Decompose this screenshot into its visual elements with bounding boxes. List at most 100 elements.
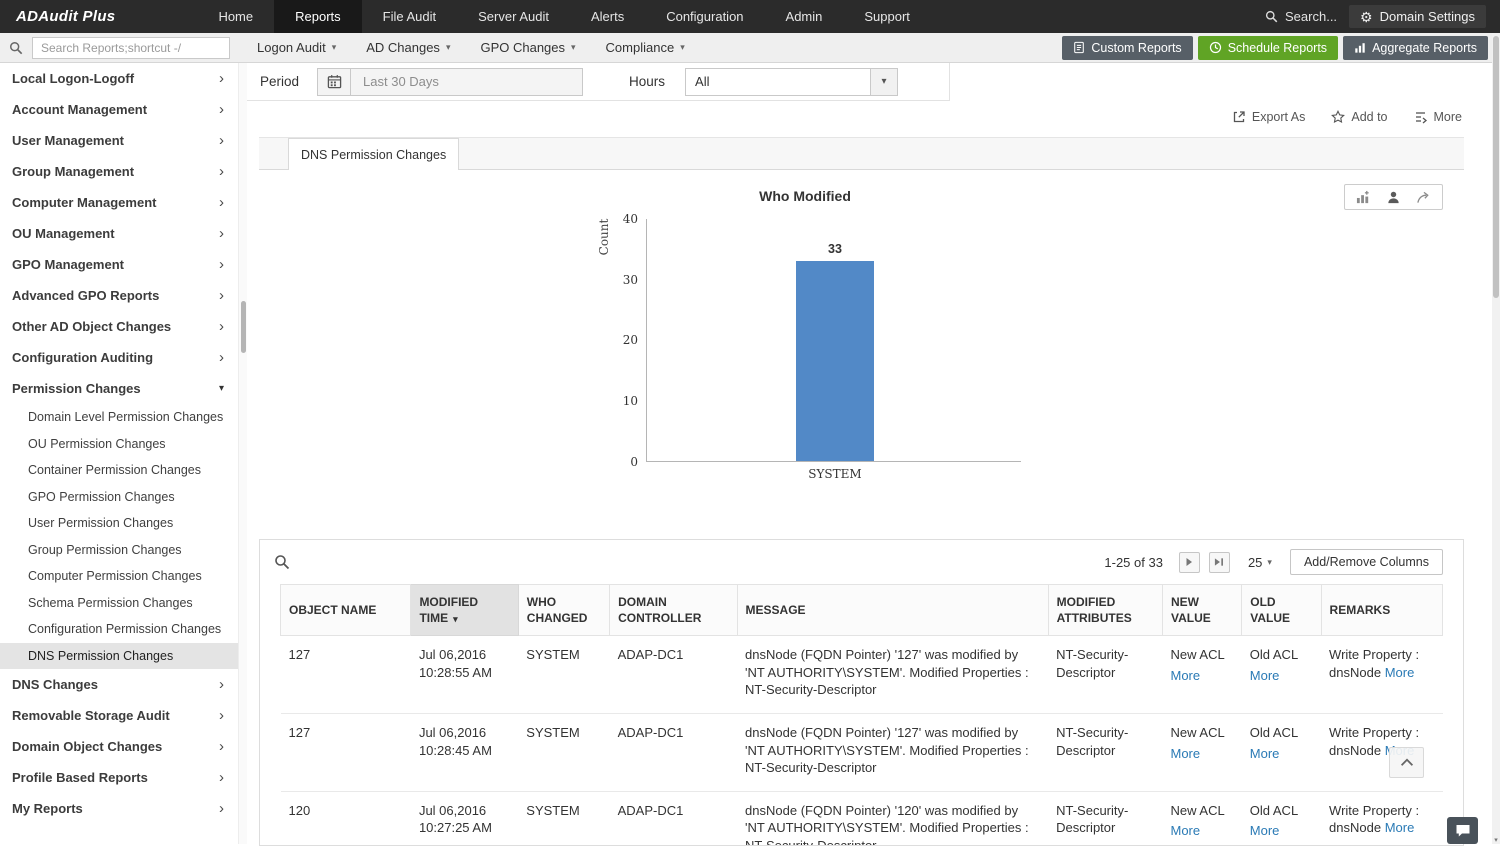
sidebar-item-advanced-gpo-reports[interactable]: Advanced GPO Reports› bbox=[0, 280, 238, 311]
scroll-to-top-button[interactable] bbox=[1389, 747, 1424, 778]
col-header-remarks[interactable]: REMARKS bbox=[1321, 585, 1442, 636]
old-value-more-link[interactable]: More bbox=[1250, 745, 1280, 763]
menu-compliance[interactable]: Compliance ▾ bbox=[591, 33, 700, 63]
export-as-button[interactable]: Export As bbox=[1232, 110, 1306, 124]
cell-modified-time: Jul 06,2016 10:28:55 AM bbox=[411, 636, 518, 714]
old-value-text: Old ACL bbox=[1250, 725, 1298, 740]
table-search-icon[interactable] bbox=[274, 554, 290, 570]
old-value-more-link[interactable]: More bbox=[1250, 667, 1280, 685]
col-header-old-value[interactable]: OLD VALUE bbox=[1242, 585, 1321, 636]
sidebar-item-account-management[interactable]: Account Management› bbox=[0, 94, 238, 125]
col-header-modified-time[interactable]: MODIFIED TIME▾ bbox=[411, 585, 518, 636]
sidebar-subitem-container-permission-changes[interactable]: Container Permission Changes bbox=[0, 457, 238, 484]
chart-type-icon[interactable] bbox=[1356, 190, 1371, 205]
chevron-right-icon: › bbox=[219, 195, 224, 210]
remarks-more-link[interactable]: More bbox=[1385, 820, 1415, 835]
nav-admin[interactable]: Admin bbox=[765, 0, 844, 33]
schedule-reports-button[interactable]: Schedule Reports bbox=[1198, 36, 1338, 60]
new-value-more-link[interactable]: More bbox=[1171, 745, 1201, 763]
nav-alerts[interactable]: Alerts bbox=[570, 0, 645, 33]
sidebar-subitem-user-permission-changes[interactable]: User Permission Changes bbox=[0, 510, 238, 537]
sidebar-subitem-configuration-permission-changes[interactable]: Configuration Permission Changes bbox=[0, 616, 238, 643]
bar[interactable]: 33 bbox=[796, 261, 874, 461]
global-search-button[interactable]: Search... bbox=[1265, 9, 1337, 24]
menu-logon-audit[interactable]: Logon Audit ▾ bbox=[242, 33, 351, 63]
menu-label: Logon Audit bbox=[257, 40, 326, 55]
page-size-select[interactable]: 25 ▾ bbox=[1248, 555, 1272, 570]
sidebar-item-gpo-management[interactable]: GPO Management› bbox=[0, 249, 238, 280]
old-value-more-link[interactable]: More bbox=[1250, 822, 1280, 840]
sidebar-item-other-ad-object-changes[interactable]: Other AD Object Changes› bbox=[0, 311, 238, 342]
chat-button[interactable] bbox=[1447, 817, 1478, 844]
tab-dns-permission-changes[interactable]: DNS Permission Changes bbox=[288, 138, 459, 170]
cell-new-value: New ACLMore bbox=[1163, 714, 1242, 792]
add-remove-columns-button[interactable]: Add/Remove Columns bbox=[1290, 549, 1443, 575]
chart-plot: 33 SYSTEM bbox=[646, 219, 1021, 462]
new-value-more-link[interactable]: More bbox=[1171, 667, 1201, 685]
sidebar-subitem-ou-permission-changes[interactable]: OU Permission Changes bbox=[0, 431, 238, 458]
col-header-who-changed[interactable]: WHO CHANGED bbox=[518, 585, 609, 636]
cell-object-name: 120 bbox=[281, 791, 411, 846]
nav-reports[interactable]: Reports bbox=[274, 0, 362, 33]
sidebar-item-my-reports[interactable]: My Reports› bbox=[0, 793, 238, 824]
scrollbar-down-arrow[interactable]: ▾ bbox=[1492, 836, 1500, 844]
cell-message: dnsNode (FQDN Pointer) '120' was modifie… bbox=[737, 791, 1048, 846]
nav-configuration[interactable]: Configuration bbox=[645, 0, 764, 33]
nav-home[interactable]: Home bbox=[197, 0, 274, 33]
add-to-button[interactable]: Add to bbox=[1331, 110, 1387, 124]
remarks-more-link[interactable]: More bbox=[1385, 665, 1415, 680]
period-picker[interactable]: Last 30 Days bbox=[317, 68, 583, 96]
nav-file-audit[interactable]: File Audit bbox=[362, 0, 457, 33]
sidebar-subitem-schema-permission-changes[interactable]: Schema Permission Changes bbox=[0, 590, 238, 617]
sidebar-item-permission-changes[interactable]: Permission Changes▾ bbox=[0, 373, 238, 404]
sidebar-item-group-management[interactable]: Group Management› bbox=[0, 156, 238, 187]
chart-section: Who Modified Count 40 30 20 10 0 33 SYST… bbox=[259, 170, 1464, 539]
col-header-new-value[interactable]: NEW VALUE bbox=[1163, 585, 1242, 636]
more-actions-button[interactable]: More bbox=[1414, 110, 1462, 124]
sidebar-item-dns-changes[interactable]: DNS Changes› bbox=[0, 669, 238, 700]
period-value: Last 30 Days bbox=[351, 69, 582, 95]
user-attribution-icon[interactable] bbox=[1386, 190, 1401, 205]
sidebar-item-domain-object-changes[interactable]: Domain Object Changes› bbox=[0, 731, 238, 762]
sidebar-item-user-management[interactable]: User Management› bbox=[0, 125, 238, 156]
sidebar-subitem-computer-permission-changes[interactable]: Computer Permission Changes bbox=[0, 563, 238, 590]
chevron-right-icon: › bbox=[219, 288, 224, 303]
sidebar-subitem-dns-permission-changes[interactable]: DNS Permission Changes bbox=[0, 643, 238, 670]
sidebar-subitem-gpo-permission-changes[interactable]: GPO Permission Changes bbox=[0, 484, 238, 511]
hours-select[interactable]: All ▾ bbox=[685, 68, 898, 96]
sidebar-scrollbar-thumb[interactable] bbox=[241, 301, 246, 353]
sidebar-subitem-group-permission-changes[interactable]: Group Permission Changes bbox=[0, 537, 238, 564]
sidebar-subitem-domain-level-permission-changes[interactable]: Domain Level Permission Changes bbox=[0, 404, 238, 431]
sidebar-scrollbar[interactable] bbox=[238, 63, 247, 844]
new-value-more-link[interactable]: More bbox=[1171, 822, 1201, 840]
aggregate-icon bbox=[1354, 41, 1366, 54]
menu-gpo-changes[interactable]: GPO Changes ▾ bbox=[465, 33, 590, 63]
menu-ad-changes[interactable]: AD Changes ▾ bbox=[351, 33, 465, 63]
sidebar-item-computer-management[interactable]: Computer Management › bbox=[0, 187, 238, 218]
sidebar-item-ou-management[interactable]: OU Management› bbox=[0, 218, 238, 249]
star-icon bbox=[1331, 110, 1345, 124]
nav-support[interactable]: Support bbox=[843, 0, 931, 33]
sidebar-item-label: Computer Management bbox=[12, 195, 156, 210]
sidebar-item-configuration-auditing[interactable]: Configuration Auditing› bbox=[0, 342, 238, 373]
page-size-value: 25 bbox=[1248, 555, 1262, 570]
page-scrollbar[interactable]: ▾ bbox=[1492, 33, 1500, 844]
col-header-object-name[interactable]: OBJECT NAME bbox=[281, 585, 411, 636]
sidebar-item-local-logon-logoff[interactable]: Local Logon-Logoff› bbox=[0, 63, 238, 94]
export-chart-icon[interactable] bbox=[1416, 190, 1431, 205]
cell-message: dnsNode (FQDN Pointer) '127' was modifie… bbox=[737, 636, 1048, 714]
sidebar-item-profile-based-reports[interactable]: Profile Based Reports› bbox=[0, 762, 238, 793]
report-search-input[interactable] bbox=[32, 37, 230, 59]
primary-nav: Home Reports File Audit Server Audit Ale… bbox=[197, 0, 931, 33]
col-header-message[interactable]: MESSAGE bbox=[737, 585, 1048, 636]
col-header-domain-controller[interactable]: DOMAIN CONTROLLER bbox=[610, 585, 737, 636]
domain-settings-button[interactable]: ⚙ Domain Settings bbox=[1349, 5, 1486, 28]
sidebar-item-removable-storage-audit[interactable]: Removable Storage Audit› bbox=[0, 700, 238, 731]
custom-reports-button[interactable]: Custom Reports bbox=[1062, 36, 1192, 60]
next-page-button[interactable] bbox=[1179, 552, 1200, 573]
nav-server-audit[interactable]: Server Audit bbox=[457, 0, 570, 33]
aggregate-reports-button[interactable]: Aggregate Reports bbox=[1343, 36, 1488, 60]
last-page-button[interactable] bbox=[1209, 552, 1230, 573]
col-header-modified-attributes[interactable]: MODIFIED ATTRIBUTES bbox=[1048, 585, 1162, 636]
page-scrollbar-thumb[interactable] bbox=[1493, 36, 1499, 298]
